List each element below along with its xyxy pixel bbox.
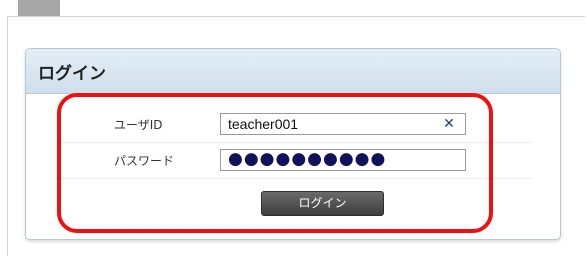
- panel-header: ログイン: [26, 49, 560, 94]
- panel-title: ログイン: [38, 63, 106, 84]
- password-label: パスワード: [114, 154, 175, 168]
- user-id-row: ユーザID ✕: [56, 107, 532, 143]
- step-tab: [18, 0, 60, 16]
- login-button[interactable]: ログイン: [261, 191, 384, 216]
- button-row: ログイン: [56, 179, 532, 225]
- password-row: パスワード ●●●●●●●●●●: [56, 143, 532, 179]
- close-icon[interactable]: ✕: [438, 113, 460, 135]
- password-input[interactable]: ●●●●●●●●●●: [220, 149, 466, 171]
- login-panel: ログイン ユーザID ✕ パスワード ●●●●●●●●●● ログイン: [25, 48, 561, 240]
- user-id-input[interactable]: [220, 113, 466, 135]
- user-id-label: ユーザID: [114, 118, 163, 132]
